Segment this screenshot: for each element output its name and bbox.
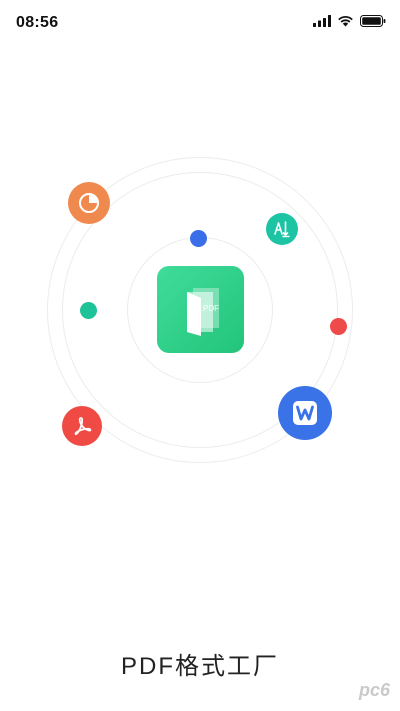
watermark: pc6 xyxy=(359,680,390,701)
word-icon xyxy=(293,401,317,425)
pie-chart-badge xyxy=(68,182,110,224)
text-convert-icon xyxy=(274,221,290,238)
app-logo: PDF xyxy=(157,266,244,353)
watermark-text: pc6 xyxy=(358,680,390,700)
word-badge xyxy=(278,386,332,440)
pdf-document-icon: PDF xyxy=(186,287,219,336)
app-name: PDF格式工厂 xyxy=(121,653,279,680)
acrobat-badge xyxy=(62,406,102,446)
logo-pdf-text: PDF xyxy=(203,304,219,313)
teal-dot xyxy=(80,302,97,319)
blue-dot xyxy=(190,230,207,247)
text-convert-badge xyxy=(266,213,298,245)
red-dot xyxy=(330,318,347,335)
acrobat-icon xyxy=(74,417,92,436)
orbit-illustration: PDF xyxy=(0,0,400,711)
pie-chart-icon xyxy=(79,193,99,213)
